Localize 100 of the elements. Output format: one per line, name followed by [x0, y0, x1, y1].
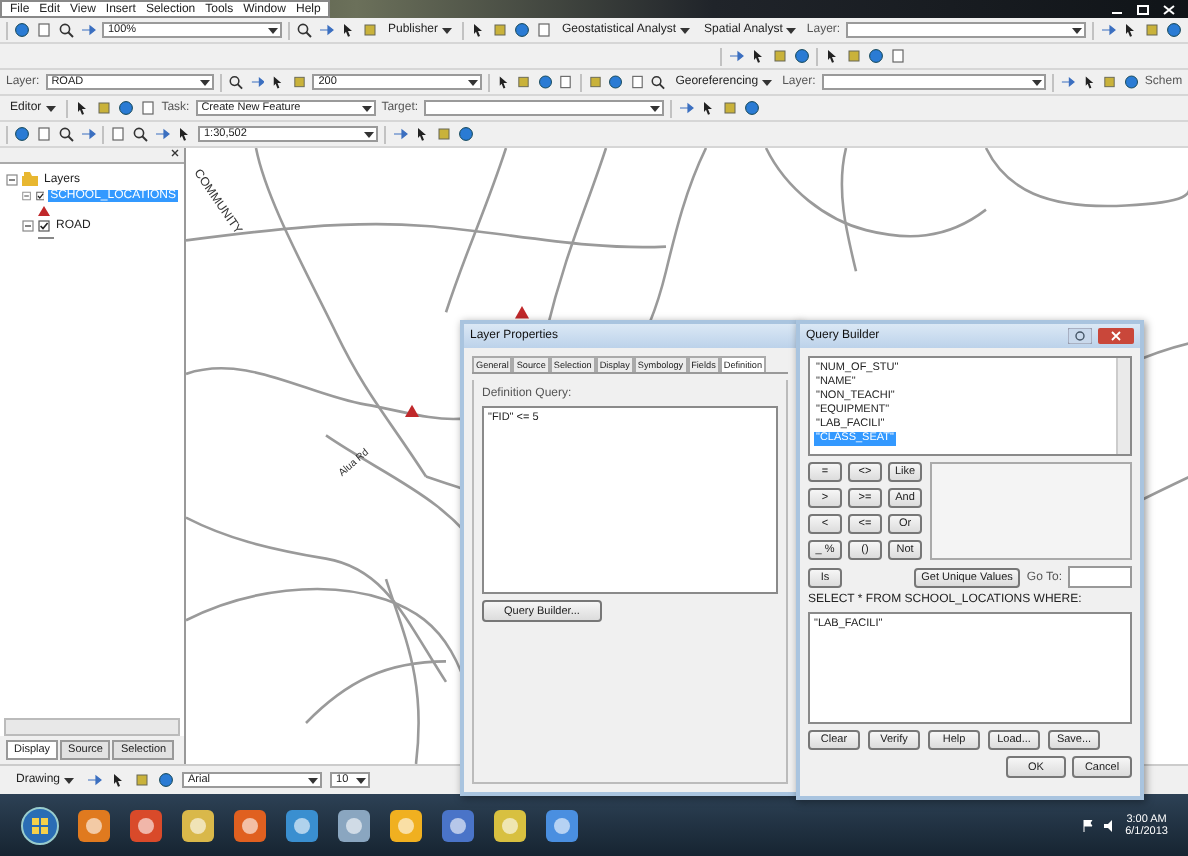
pointer-icon[interactable]	[495, 74, 511, 90]
triangle-symbol-icon	[38, 206, 50, 216]
start-orb-icon[interactable]	[20, 805, 60, 845]
page-icon[interactable]	[629, 74, 645, 90]
app-icon[interactable]	[284, 807, 320, 843]
caret-icon	[64, 777, 75, 783]
collapse-icon[interactable]	[22, 220, 34, 232]
globe-icon[interactable]	[117, 100, 134, 116]
pointer-icon[interactable]	[110, 772, 127, 788]
page-icon[interactable]	[536, 22, 552, 38]
square-icon[interactable]	[436, 126, 452, 142]
arrow-icon[interactable]	[1060, 74, 1076, 90]
dropdown-field[interactable]	[424, 100, 665, 116]
arrow-icon[interactable]	[728, 48, 744, 64]
app-icon[interactable]	[544, 807, 580, 843]
school-marker-icon[interactable]	[405, 404, 419, 417]
app-icon[interactable]	[76, 807, 112, 843]
scrollbar[interactable]	[4, 718, 180, 736]
app-icon[interactable]	[128, 807, 164, 843]
caret-icon	[356, 777, 367, 783]
checkbox[interactable]	[38, 220, 50, 232]
help-icon[interactable]	[1068, 328, 1092, 344]
magnifier-icon[interactable]	[132, 126, 148, 142]
globe-icon[interactable]	[744, 100, 761, 116]
page-icon[interactable]	[558, 74, 574, 90]
globe-icon[interactable]	[158, 772, 175, 788]
magnifier-icon[interactable]	[295, 22, 312, 38]
arrow-icon[interactable]	[80, 22, 96, 38]
pointer-icon[interactable]	[414, 126, 430, 142]
arrow-icon[interactable]	[249, 74, 265, 90]
globe-icon[interactable]	[537, 74, 553, 90]
square-icon[interactable]	[516, 74, 532, 90]
globe-icon[interactable]	[868, 48, 884, 64]
pointer-icon[interactable]	[73, 100, 90, 116]
app-icon[interactable]	[492, 807, 528, 843]
globe-icon[interactable]	[514, 22, 530, 38]
caret-icon	[786, 27, 797, 33]
square-icon[interactable]	[587, 74, 603, 90]
globe-icon[interactable]	[458, 126, 474, 142]
caret-icon	[467, 79, 478, 85]
caret-icon	[762, 79, 773, 85]
caret-icon	[361, 105, 372, 111]
page-icon[interactable]	[890, 48, 906, 64]
pointer-icon[interactable]	[1122, 22, 1139, 38]
square-icon[interactable]	[1102, 74, 1118, 90]
pointer-icon[interactable]	[270, 74, 286, 90]
collapse-icon[interactable]	[6, 173, 18, 185]
pointer-icon[interactable]	[470, 22, 486, 38]
speaker-icon[interactable]	[1103, 819, 1116, 831]
square-icon[interactable]	[846, 48, 862, 64]
checkbox[interactable]	[35, 190, 45, 202]
caret-icon	[45, 105, 56, 111]
globe-icon[interactable]	[14, 126, 30, 142]
arrow-icon[interactable]	[1100, 22, 1117, 38]
caret-icon	[267, 27, 278, 33]
app-icon[interactable]	[232, 807, 268, 843]
maximize-icon[interactable]	[1136, 3, 1150, 15]
page-icon[interactable]	[36, 126, 52, 142]
pointer-icon[interactable]	[1081, 74, 1097, 90]
go-to-field[interactable]	[1068, 566, 1132, 588]
scrollbar[interactable]	[1116, 358, 1130, 454]
app-icon[interactable]	[180, 807, 216, 843]
pointer-icon[interactable]	[339, 22, 356, 38]
pointer-icon[interactable]	[750, 48, 766, 64]
globe-icon[interactable]	[1123, 74, 1139, 90]
app-icon[interactable]	[440, 807, 476, 843]
caret-icon	[364, 131, 374, 137]
dropdown-field[interactable]	[821, 74, 1047, 90]
pointer-icon[interactable]	[176, 126, 192, 142]
magnifier-icon[interactable]	[58, 126, 74, 142]
caret-icon	[200, 79, 211, 85]
magnifier-icon[interactable]	[228, 74, 244, 90]
flag-icon[interactable]	[1081, 819, 1094, 831]
arrow-icon[interactable]	[80, 126, 96, 142]
pointer-icon[interactable]	[700, 100, 717, 116]
globe-icon[interactable]	[14, 22, 30, 38]
arrow-icon[interactable]	[678, 100, 695, 116]
arrow-icon[interactable]	[154, 126, 170, 142]
caret-icon	[1032, 79, 1043, 85]
caret-icon	[680, 27, 691, 33]
magnifier-icon[interactable]	[650, 74, 666, 90]
arrow-icon[interactable]	[392, 126, 408, 142]
page-icon[interactable]	[36, 22, 52, 38]
app-icon[interactable]	[388, 807, 424, 843]
globe-icon[interactable]	[1166, 22, 1183, 38]
magnifier-icon[interactable]	[58, 22, 74, 38]
dropdown-field[interactable]	[846, 22, 1087, 38]
square-icon[interactable]	[772, 48, 788, 64]
square-icon[interactable]	[492, 22, 508, 38]
close-icon[interactable]	[170, 148, 180, 158]
arrow-icon[interactable]	[317, 22, 334, 38]
layers-icon	[22, 172, 38, 186]
square-icon[interactable]	[291, 74, 307, 90]
app-icon[interactable]	[336, 807, 372, 843]
caret-icon	[650, 105, 661, 111]
globe-icon[interactable]	[608, 74, 624, 90]
globe-icon[interactable]	[794, 48, 810, 64]
arrow-icon[interactable]	[86, 772, 103, 788]
square-icon[interactable]	[134, 772, 151, 788]
pointer-icon[interactable]	[824, 48, 840, 64]
